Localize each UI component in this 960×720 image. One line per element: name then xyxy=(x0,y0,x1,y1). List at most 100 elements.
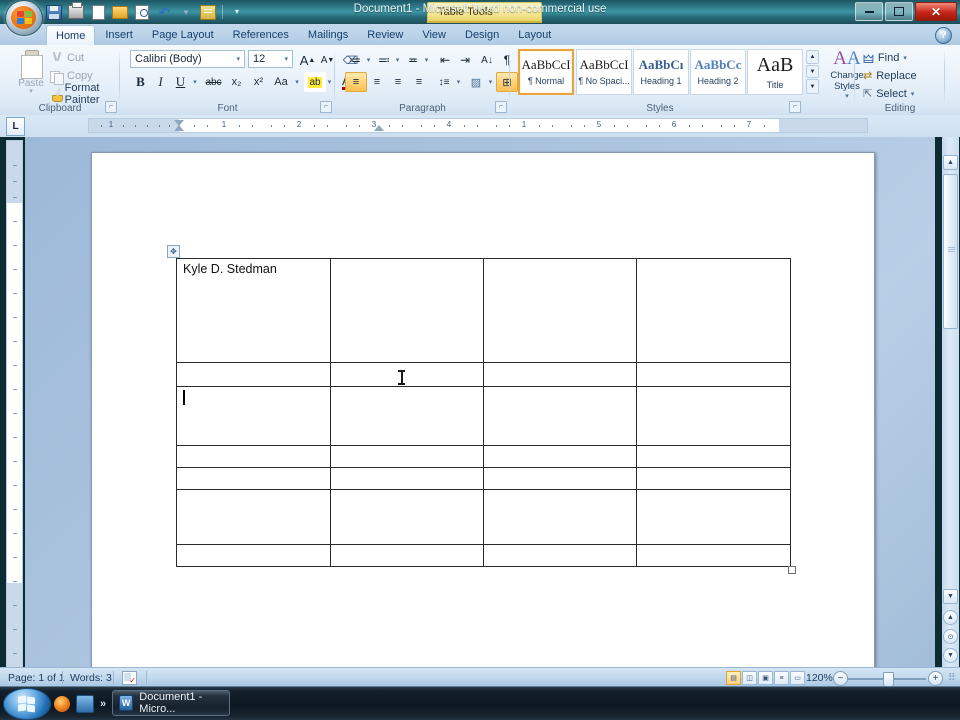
font-size-combobox[interactable]: 12 ▾ xyxy=(248,50,293,68)
table-move-handle[interactable]: ✥ xyxy=(167,245,180,258)
style-normal[interactable]: AaBbCcI ¶ Normal xyxy=(518,49,574,95)
table-grid[interactable]: Kyle D. Stedman xyxy=(176,258,791,567)
font-name-combobox[interactable]: Calibri (Body) ▾ xyxy=(130,50,245,68)
cut-button[interactable]: Cut xyxy=(50,50,84,66)
view-draft-button[interactable]: ▭ xyxy=(790,671,805,685)
styles-more-button[interactable]: ▼ xyxy=(806,79,819,94)
zoom-out-button[interactable]: − xyxy=(833,671,848,686)
zoom-in-button[interactable]: + xyxy=(928,671,943,686)
undo-icon[interactable]: ↷ xyxy=(154,3,174,22)
styles-scroll-up-button[interactable]: ▲ xyxy=(806,50,819,64)
quick-print-icon[interactable] xyxy=(198,3,218,22)
bullets-chevron-down-icon[interactable]: ▾ xyxy=(363,50,374,70)
change-case-chevron-down-icon[interactable]: ▾ xyxy=(291,72,303,92)
underline-chevron-down-icon[interactable]: ▾ xyxy=(189,72,201,92)
table-cell[interactable] xyxy=(330,362,484,387)
zoom-slider-knob[interactable] xyxy=(883,672,894,687)
table-cell[interactable] xyxy=(176,544,331,567)
change-case-button[interactable]: Aa xyxy=(269,72,293,92)
table-cell[interactable] xyxy=(330,489,484,545)
table-cell[interactable] xyxy=(176,445,331,468)
paste-button[interactable]: Paste ▾ xyxy=(10,48,52,100)
table-cell[interactable] xyxy=(330,258,484,363)
tab-insert[interactable]: Insert xyxy=(96,25,142,45)
styles-dialog-launcher[interactable]: ⌐ xyxy=(789,101,801,113)
customize-qat-chevron-down-icon[interactable]: ▾ xyxy=(227,3,247,22)
table-cell[interactable] xyxy=(483,445,637,468)
scroll-up-button[interactable]: ▲ xyxy=(943,155,958,170)
style-title[interactable]: AaB Title xyxy=(747,49,803,95)
more-chevron-icon[interactable]: » xyxy=(100,698,106,710)
paragraph-dialog-launcher[interactable]: ⌐ xyxy=(495,101,507,113)
next-page-button[interactable]: ▼ xyxy=(943,648,958,663)
maximize-button[interactable] xyxy=(885,2,913,21)
view-outline-button[interactable]: ≡ xyxy=(774,671,789,685)
table-row[interactable] xyxy=(176,445,791,468)
select-button[interactable]: ⇱ Select ▾ xyxy=(863,85,914,102)
tab-view[interactable]: View xyxy=(413,25,455,45)
word-table[interactable]: ✥ Kyle D. Stedman xyxy=(167,245,796,574)
table-cell[interactable] xyxy=(330,544,484,567)
tab-design[interactable]: Design xyxy=(456,25,508,45)
show-desktop-icon[interactable] xyxy=(76,695,94,713)
right-indent-marker[interactable] xyxy=(374,125,384,131)
table-cell[interactable] xyxy=(330,386,484,446)
multilevel-chevron-down-icon[interactable]: ▾ xyxy=(421,50,432,70)
zoom-level-label[interactable]: 120% xyxy=(806,671,833,685)
table-row[interactable]: Kyle D. Stedman xyxy=(176,258,791,363)
italic-button[interactable]: I xyxy=(150,72,171,92)
shading-chevron-down-icon[interactable]: ▾ xyxy=(485,72,496,92)
find-button[interactable]: 🜲 Find ▾ xyxy=(863,49,907,67)
word-count[interactable]: Words: 3 xyxy=(70,671,112,685)
office-button[interactable] xyxy=(5,0,43,36)
font-dialog-launcher[interactable]: ⌐ xyxy=(320,101,332,113)
hanging-indent-marker[interactable] xyxy=(174,125,184,131)
table-cell[interactable] xyxy=(330,445,484,468)
replace-button[interactable]: ⇄ Replace xyxy=(863,67,917,84)
styles-scroll-down-button[interactable]: ▼ xyxy=(806,64,819,79)
tab-home[interactable]: Home xyxy=(46,25,96,45)
table-cell[interactable]: Kyle D. Stedman xyxy=(176,258,331,363)
scrollbar-thumb[interactable] xyxy=(943,174,958,329)
strikethrough-button[interactable]: abc xyxy=(201,72,226,92)
tab-review[interactable]: Review xyxy=(358,25,412,45)
justify-button[interactable]: ≡ xyxy=(408,72,430,92)
line-spacing-button[interactable]: ↕≡ xyxy=(433,72,455,92)
document-page[interactable]: ✥ Kyle D. Stedman xyxy=(91,152,875,675)
table-cell[interactable] xyxy=(176,362,331,387)
clipboard-dialog-launcher[interactable]: ⌐ xyxy=(105,101,117,113)
previous-page-button[interactable]: ▲ xyxy=(943,610,958,625)
table-row[interactable] xyxy=(176,544,791,567)
sort-button[interactable]: A↓ xyxy=(476,50,498,70)
document-canvas[interactable]: ✥ Kyle D. Stedman xyxy=(25,137,935,675)
table-cell[interactable] xyxy=(483,489,637,545)
table-cell[interactable] xyxy=(636,362,791,387)
grow-font-button[interactable]: A ▲ xyxy=(297,50,318,70)
numbering-chevron-down-icon[interactable]: ▾ xyxy=(392,50,403,70)
table-cell[interactable] xyxy=(483,544,637,567)
scroll-down-arrow-button[interactable]: ▼ xyxy=(943,589,958,604)
table-row[interactable] xyxy=(176,362,791,387)
table-cell[interactable] xyxy=(330,467,484,490)
taskbar-item-word[interactable]: W Document1 - Micro... xyxy=(112,690,230,716)
tab-stop-selector[interactable]: L xyxy=(6,117,25,136)
multilevel-list-button[interactable]: ≖ xyxy=(403,50,423,70)
view-web-layout-button[interactable]: ▣ xyxy=(758,671,773,685)
page-indicator[interactable]: Page: 1 of 1 xyxy=(8,671,65,685)
numbering-button[interactable]: ≕ xyxy=(374,50,394,70)
tab-layout[interactable]: Layout xyxy=(509,25,560,45)
view-full-screen-reading-button[interactable]: ◫ xyxy=(742,671,757,685)
shading-button[interactable]: ▨ xyxy=(465,72,487,92)
firefox-icon[interactable] xyxy=(54,696,70,712)
style-no-spacing[interactable]: AaBbCcI ¶ No Spaci... xyxy=(576,49,632,95)
superscript-button[interactable]: x² xyxy=(247,72,270,92)
minimize-button[interactable] xyxy=(855,2,883,21)
tab-references[interactable]: References xyxy=(224,25,298,45)
print-preview-icon[interactable] xyxy=(132,3,152,22)
table-cell[interactable] xyxy=(483,258,637,363)
format-painter-button[interactable]: Format Painter xyxy=(50,82,120,106)
print-icon[interactable] xyxy=(66,2,86,22)
select-browse-object-round-button[interactable]: ⊙ xyxy=(943,629,958,644)
bullets-button[interactable]: ≔ xyxy=(345,50,365,70)
table-cell[interactable] xyxy=(636,386,791,446)
